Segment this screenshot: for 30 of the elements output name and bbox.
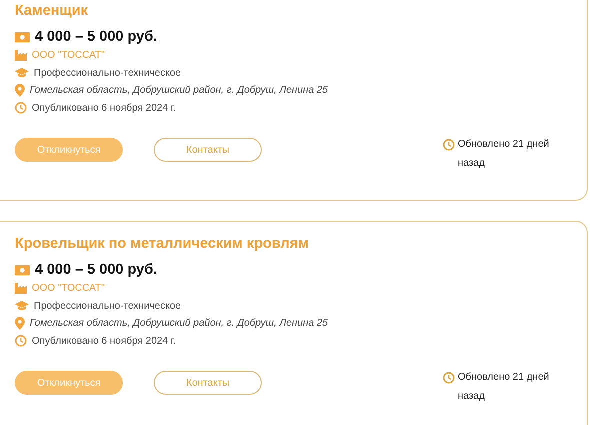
- factory-icon: [15, 50, 27, 62]
- address: Гомельская область, Добрушский район, г. Добруш, Ленина 25: [30, 318, 328, 330]
- company-name[interactable]: ООО "ТОССАТ": [32, 50, 105, 62]
- company-name[interactable]: ООО "ТОССАТ": [32, 283, 105, 294]
- graduation-cap-icon: [15, 68, 29, 78]
- clock-icon: [15, 102, 27, 114]
- money-icon: [15, 264, 30, 276]
- clock-icon: [15, 335, 27, 348]
- clock-icon: [443, 139, 455, 151]
- money-icon: [15, 32, 30, 42]
- location-pin-icon: [15, 317, 25, 330]
- factory-icon: [15, 283, 27, 294]
- contacts-button[interactable]: Контакты: [154, 138, 262, 162]
- location-pin-icon: [15, 84, 25, 98]
- vacancy-title[interactable]: Кровельщик по металлическим кровлям: [15, 236, 587, 252]
- publish-date: Опубликовано 6 ноября 2024 г.: [32, 336, 176, 347]
- salary: 4 000 – 5 000 руб.: [35, 29, 158, 45]
- address: Гомельская область, Добрушский район, г. Добруш, Ленина 25: [30, 85, 328, 96]
- contacts-button[interactable]: Контакты: [154, 371, 262, 395]
- publish-date: Опубликовано 6 ноября 2024 г.: [32, 102, 176, 114]
- education-level: Профессионально-техническое: [34, 68, 182, 79]
- vacancy-title[interactable]: Каменщик: [15, 3, 587, 19]
- clock-icon: [443, 372, 455, 384]
- respond-button[interactable]: Откликнуться: [15, 371, 123, 395]
- respond-button[interactable]: Откликнуться: [15, 138, 123, 162]
- updated-time: Обновлено 21 дней назад: [458, 138, 550, 171]
- salary: 4 000 – 5 000 руб.: [35, 262, 158, 278]
- updated-time: Обновлено 21 дней назад: [458, 371, 550, 404]
- graduation-cap-icon: [15, 301, 29, 312]
- education-level: Профессионально-техническое: [34, 300, 182, 312]
